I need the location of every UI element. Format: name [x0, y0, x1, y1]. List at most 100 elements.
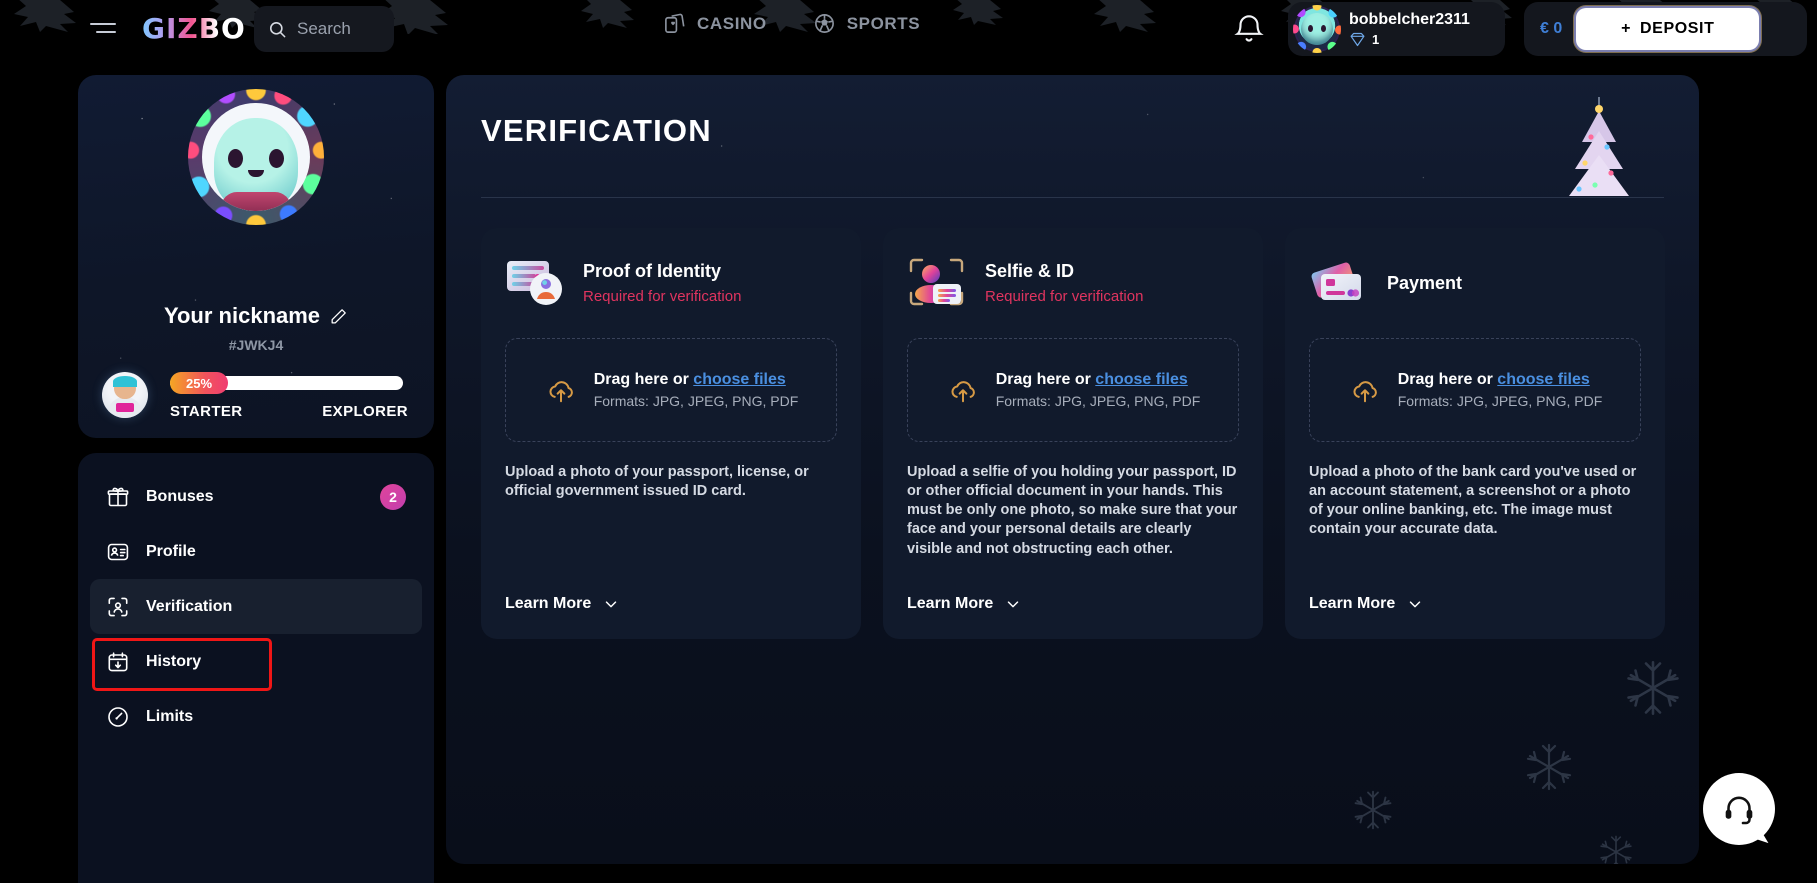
user-gem-count: 1: [1372, 31, 1380, 47]
file-dropzone[interactable]: Drag here or choose files Formats: JPG, …: [1309, 338, 1641, 442]
dropzone-formats: Formats: JPG, JPEG, PNG, PDF: [995, 393, 1201, 409]
snowflake-decoration: [1627, 661, 1679, 715]
sidebar-item-history[interactable]: History: [90, 634, 422, 689]
sidebar: Your nickname #JWKJ4 25% STARTER EXPLORE…: [78, 75, 434, 883]
dropzone-text: Drag here or choose files: [1397, 371, 1590, 388]
sidebar-label-limits: Limits: [146, 707, 194, 725]
verification-card-payment: Payment Drag here or choose files Format…: [1285, 228, 1665, 639]
title-divider: [481, 197, 1664, 198]
nav-label-sports: SPORTS: [846, 13, 921, 33]
calendar-down-icon: [108, 651, 128, 671]
chevron-down-icon: [606, 601, 617, 608]
choose-files-link[interactable]: choose files: [1497, 371, 1589, 388]
headset-chat-icon: [1725, 796, 1753, 825]
top-header: GIZBO Search CASINO SPORTS bobbelcher231…: [0, 0, 1817, 58]
rank-avatar: [102, 372, 148, 418]
nav-item-sports[interactable]: SPORTS: [813, 12, 921, 35]
card-title: Payment: [1387, 272, 1463, 293]
user-tag: #JWKJ4: [228, 337, 284, 353]
learn-more-label: Learn More: [907, 595, 994, 612]
bell-icon[interactable]: [1232, 12, 1266, 46]
selfie-scan-icon: [907, 255, 969, 311]
profile-card: Your nickname #JWKJ4 25% STARTER EXPLORE…: [78, 75, 434, 438]
chevron-down-icon: [1410, 601, 1421, 608]
card-title: Selfie & ID: [985, 261, 1075, 281]
card-subtitle: Required for verification: [985, 288, 1144, 305]
rank-current: STARTER: [170, 403, 243, 420]
card-title: Proof of Identity: [583, 261, 721, 281]
snowflake-decoration: [1354, 790, 1392, 830]
choose-files-link[interactable]: choose files: [1095, 371, 1187, 388]
deposit-button[interactable]: + DEPOSIT: [1576, 8, 1760, 50]
card-subtitle: Required for verification: [583, 288, 742, 305]
verification-cards: Proof of Identity Required for verificat…: [481, 228, 1665, 639]
avatar: [1293, 5, 1341, 53]
sidebar-item-bonuses[interactable]: Bonuses 2: [90, 469, 422, 524]
verification-card-selfie-and-id: Selfie & ID Required for verification Dr…: [883, 228, 1263, 639]
progress-fill: 25%: [170, 372, 228, 394]
learn-more-button[interactable]: Learn More: [1309, 595, 1424, 613]
cards-icon: [665, 13, 685, 33]
verification-card-proof-of-identity: Proof of Identity Required for verificat…: [481, 228, 861, 639]
progress-track: 25%: [170, 372, 403, 394]
bonuses-badge: 2: [380, 483, 406, 510]
sidebar-label-history: History: [146, 652, 202, 670]
upload-cloud-icon: [549, 381, 573, 403]
app-root: GIZBO Search CASINO SPORTS bobbelcher231…: [0, 0, 1817, 883]
sidebar-item-verification[interactable]: Verification: [90, 579, 422, 634]
learn-more-button[interactable]: Learn More: [907, 595, 1022, 613]
choose-files-link[interactable]: choose files: [693, 371, 785, 388]
file-dropzone[interactable]: Drag here or choose files Formats: JPG, …: [907, 338, 1239, 442]
snowflake-decoration: [1600, 835, 1632, 864]
face-scan-icon: [108, 597, 128, 616]
nav-item-casino[interactable]: CASINO: [663, 12, 767, 35]
sidebar-item-profile[interactable]: Profile: [90, 524, 422, 579]
card-description: Upload a photo of the bank card you've u…: [1309, 464, 1637, 538]
learn-more-label: Learn More: [1309, 595, 1396, 612]
search-icon: [269, 21, 286, 37]
christmas-tree-icon: [1569, 97, 1629, 196]
gizbo-logo[interactable]: GIZBO: [142, 12, 246, 45]
profile-avatar[interactable]: [188, 89, 324, 225]
search-input[interactable]: Search: [254, 6, 394, 52]
football-icon: [814, 14, 834, 33]
hamburger-icon[interactable]: [90, 21, 116, 35]
main-panel: VERIFICATION Proof of Identity Required …: [446, 75, 1699, 864]
chevron-down-icon: [1008, 601, 1019, 608]
user-name: bobbelcher2311: [1349, 10, 1470, 28]
nickname-row: Your nickname: [78, 303, 434, 329]
id-document-icon: [505, 255, 567, 311]
plus-icon: +: [1621, 20, 1632, 37]
rank-next: EXPLORER: [322, 403, 408, 420]
dropzone-text: Drag here or choose files: [995, 371, 1188, 388]
search-placeholder: Search: [297, 19, 351, 38]
progress-percent: 25%: [185, 375, 213, 391]
dropzone-formats: Formats: JPG, JPEG, PNG, PDF: [593, 393, 799, 409]
sidebar-item-limits[interactable]: Limits: [90, 689, 422, 744]
sidebar-menu: Bonuses 2 Profile Verification History L…: [78, 453, 434, 883]
dropzone-formats: Formats: JPG, JPEG, PNG, PDF: [1397, 393, 1603, 409]
support-chat-button[interactable]: [1703, 773, 1775, 845]
nav-label-casino: CASINO: [697, 13, 767, 33]
gauge-icon: [108, 706, 128, 727]
learn-more-label: Learn More: [505, 595, 592, 612]
pencil-icon[interactable]: [329, 307, 348, 326]
file-dropzone[interactable]: Drag here or choose files Formats: JPG, …: [505, 338, 837, 442]
upload-cloud-icon: [951, 381, 975, 403]
user-gem-balance: 1: [1349, 31, 1470, 48]
learn-more-button[interactable]: Learn More: [505, 595, 620, 613]
sidebar-label-profile: Profile: [146, 542, 196, 560]
card-description: Upload a selfie of you holding your pass…: [907, 464, 1238, 557]
balance-amount: € 0: [1540, 20, 1563, 37]
gem-icon: [1350, 32, 1365, 46]
sidebar-label-verification: Verification: [146, 597, 233, 615]
user-chip[interactable]: bobbelcher2311 1: [1288, 2, 1505, 56]
gift-icon: [107, 487, 129, 506]
primary-nav: CASINO SPORTS: [663, 12, 920, 35]
bank-cards-icon: [1309, 255, 1371, 311]
profile-card-icon: [107, 543, 129, 560]
balance-area: € 0 + DEPOSIT: [1524, 2, 1807, 56]
deposit-label: DEPOSIT: [1640, 20, 1715, 37]
dropzone-text: Drag here or choose files: [593, 371, 786, 388]
sidebar-label-bonuses: Bonuses: [146, 487, 214, 505]
